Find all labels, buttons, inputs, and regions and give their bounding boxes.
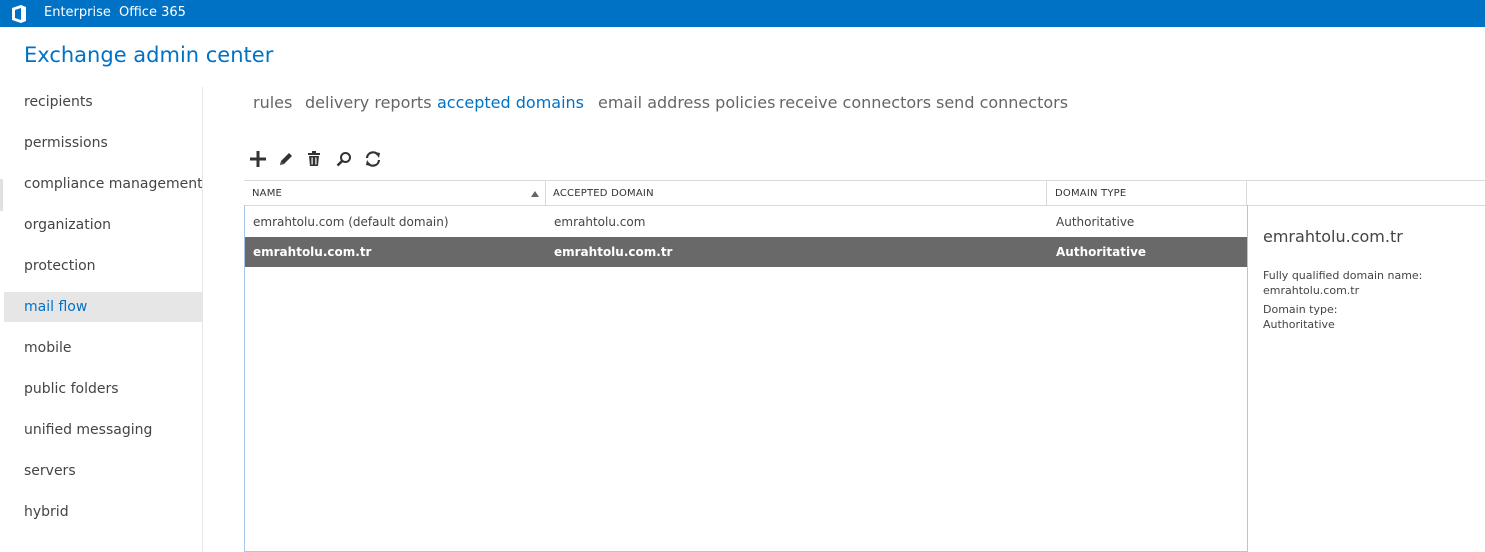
cell-accepted-domain: emrahtolu.com.tr [554, 245, 673, 259]
sidebar-item-protection[interactable]: protection [4, 251, 202, 281]
cell-accepted-domain: emrahtolu.com [554, 215, 646, 229]
tab-send-connectors[interactable]: send connectors [936, 93, 1068, 112]
sidebar-item-servers[interactable]: servers [4, 456, 202, 486]
office-logo-icon[interactable] [10, 4, 28, 24]
tab-accepted-domains[interactable]: accepted domains [437, 93, 584, 112]
office365-link[interactable]: Office 365 [119, 5, 186, 20]
sidebar-item-mail-flow[interactable]: mail flow [4, 292, 202, 322]
grid-body: emrahtolu.com (default domain) emrahtolu… [244, 205, 1248, 552]
add-icon[interactable] [247, 148, 269, 170]
table-row[interactable]: emrahtolu.com (default domain) emrahtolu… [245, 207, 1247, 237]
sidebar: recipients permissions compliance manage… [0, 82, 203, 552]
top-bar: Enterprise Office 365 [0, 0, 1485, 27]
sidebar-item-hybrid[interactable]: hybrid [4, 497, 202, 527]
sidebar-item-permissions[interactable]: permissions [4, 128, 202, 158]
app-title: Exchange admin center [24, 43, 274, 67]
sidebar-item-organization[interactable]: organization [4, 210, 202, 240]
details-fqdn-value: emrahtolu.com.tr [1263, 284, 1360, 297]
cell-domain-type: Authoritative [1056, 215, 1135, 229]
details-fqdn-label: Fully qualified domain name: [1263, 269, 1423, 282]
tab-delivery-reports[interactable]: delivery reports [305, 93, 432, 112]
sidebar-scroll-marker [0, 179, 3, 211]
column-header-name[interactable]: NAME [244, 181, 545, 205]
sidebar-divider [202, 87, 203, 552]
details-title: emrahtolu.com.tr [1263, 227, 1403, 246]
column-header-accepted-domain[interactable]: ACCEPTED DOMAIN [545, 181, 1047, 205]
tab-rules[interactable]: rules [253, 93, 292, 112]
grid-header: NAME ACCEPTED DOMAIN DOMAIN TYPE [244, 180, 1485, 206]
sidebar-item-unified-messaging[interactable]: unified messaging [4, 415, 202, 445]
sidebar-item-public-folders[interactable]: public folders [4, 374, 202, 404]
sort-ascending-icon [531, 191, 539, 197]
tab-receive-connectors[interactable]: receive connectors [779, 93, 931, 112]
sidebar-item-compliance-management[interactable]: compliance management [4, 169, 203, 199]
column-divider [1246, 181, 1247, 205]
refresh-icon[interactable] [362, 148, 384, 170]
table-row[interactable]: emrahtolu.com.tr emrahtolu.com.tr Author… [245, 237, 1247, 267]
edit-icon[interactable] [275, 148, 297, 170]
details-type-value: Authoritative [1263, 318, 1335, 331]
sidebar-item-mobile[interactable]: mobile [4, 333, 202, 363]
cell-domain-type: Authoritative [1056, 245, 1147, 259]
tab-email-address-policies[interactable]: email address policies [598, 93, 775, 112]
column-header-domain-type[interactable]: DOMAIN TYPE [1047, 181, 1247, 205]
details-type-label: Domain type: [1263, 303, 1338, 316]
cell-name: emrahtolu.com (default domain) [253, 215, 449, 229]
enterprise-link[interactable]: Enterprise [44, 5, 111, 20]
cell-name: emrahtolu.com.tr [253, 245, 372, 259]
search-icon[interactable] [333, 148, 355, 170]
details-pane: emrahtolu.com.tr Fully qualified domain … [1263, 227, 1485, 331]
delete-icon[interactable] [303, 148, 325, 170]
sidebar-item-recipients[interactable]: recipients [4, 87, 202, 117]
